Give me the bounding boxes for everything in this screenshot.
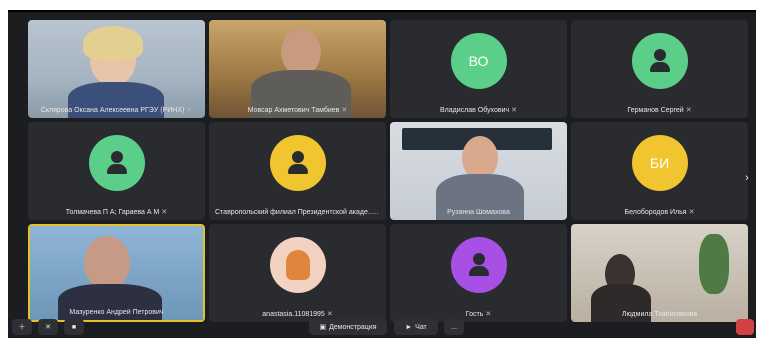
participant-tile-6[interactable]: Ставропольский филиал Президентской акад… bbox=[209, 122, 386, 220]
screen-share-button[interactable]: ▣ Демонстрация bbox=[309, 319, 387, 335]
participant-tile-3[interactable]: ВО Владислав Обухович ✕ bbox=[390, 20, 567, 118]
avatar bbox=[269, 237, 326, 294]
participant-video bbox=[209, 20, 386, 118]
participant-name: Склярова Оксана Алексеевна РГЭУ (РИНХ) ✕ bbox=[40, 107, 193, 114]
mic-off-icon: ✕ bbox=[685, 107, 692, 114]
mic-off-icon: ✕ bbox=[511, 107, 518, 114]
person-icon bbox=[468, 253, 490, 277]
person-icon bbox=[287, 151, 309, 175]
participant-video bbox=[28, 20, 205, 118]
participant-name: Мазуренко Андрей Петрович bbox=[69, 309, 164, 316]
screen-share-icon: ▣ bbox=[319, 324, 327, 331]
more-button[interactable]: ... bbox=[444, 319, 464, 335]
participant-tile-9[interactable]: Мазуренко Андрей Петрович bbox=[28, 224, 205, 322]
participant-name: Мовсар Ахметович Тамбиев ✕ bbox=[247, 107, 348, 114]
avatar: ВО bbox=[450, 33, 507, 90]
participant-face bbox=[84, 236, 130, 290]
person-icon bbox=[106, 151, 128, 175]
participant-video bbox=[30, 226, 203, 320]
participant-tile-11[interactable]: Гость ✕ bbox=[390, 224, 567, 322]
participant-video bbox=[571, 224, 748, 322]
mic-off-icon: ✕ bbox=[341, 107, 348, 114]
avatar-initials: ВО bbox=[468, 53, 489, 70]
participant-tile-10[interactable]: anastasia.11081995 ✕ bbox=[209, 224, 386, 322]
video-conference-window: Склярова Оксана Алексеевна РГЭУ (РИНХ) ✕ … bbox=[8, 10, 756, 338]
mic-off-icon: ✕ bbox=[161, 209, 168, 216]
control-bar: ＋ ✕ ■ ▣ Демонстрация ► Чат ... bbox=[8, 316, 756, 338]
mic-off-icon: ✕ bbox=[688, 209, 695, 216]
avatar bbox=[269, 135, 326, 192]
profile-photo bbox=[285, 250, 310, 281]
participant-name: Толмачева П А; Гараева А М ✕ bbox=[65, 209, 168, 216]
person-icon bbox=[649, 49, 671, 73]
participant-face bbox=[281, 28, 321, 76]
participant-tile-8[interactable]: БИ Белобородов Илья ✕ bbox=[571, 122, 748, 220]
mic-off-icon: ✕ bbox=[186, 107, 193, 114]
leave-call-icon[interactable] bbox=[736, 319, 754, 335]
background-plant bbox=[699, 234, 729, 294]
avatar bbox=[88, 135, 145, 192]
camera-icon[interactable]: ■ bbox=[64, 319, 84, 335]
participant-name: Германов Сергей ✕ bbox=[627, 107, 692, 114]
participant-tile-2[interactable]: Мовсар Ахметович Тамбиев ✕ bbox=[209, 20, 386, 118]
chat-icon: ► bbox=[405, 323, 413, 331]
participant-name: Рузанна Шомахова bbox=[447, 209, 510, 216]
microphone-icon[interactable]: ✕ bbox=[38, 319, 58, 335]
participant-name: Белобородов Илья ✕ bbox=[624, 209, 695, 216]
participant-tile-4[interactable]: Германов Сергей ✕ bbox=[571, 20, 748, 118]
participant-hair bbox=[83, 26, 143, 60]
participant-name: Ставропольский филиал Президентской акад… bbox=[215, 209, 382, 216]
avatar bbox=[631, 33, 688, 90]
participant-video bbox=[390, 122, 567, 220]
add-participant-icon[interactable]: ＋ bbox=[12, 319, 32, 335]
chat-button[interactable]: ► Чат bbox=[394, 319, 438, 335]
avatar: БИ bbox=[631, 135, 688, 192]
participant-tile-1[interactable]: Склярова Оксана Алексеевна РГЭУ (РИНХ) ✕ bbox=[28, 20, 205, 118]
participant-tile-12[interactable]: Людмила Тхабисимова bbox=[571, 224, 748, 322]
avatar-initials: БИ bbox=[649, 155, 670, 172]
participant-tile-5[interactable]: Толмачева П А; Гараева А М ✕ bbox=[28, 122, 205, 220]
avatar bbox=[450, 237, 507, 294]
next-page-chevron-icon[interactable]: › bbox=[740, 168, 754, 188]
participant-name: Владислав Обухович ✕ bbox=[439, 107, 518, 114]
participant-tile-7[interactable]: Рузанна Шомахова bbox=[390, 122, 567, 220]
